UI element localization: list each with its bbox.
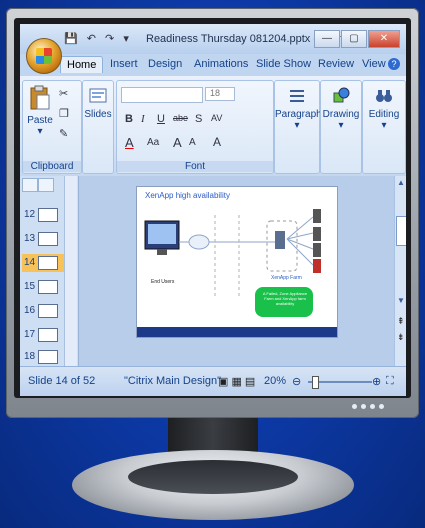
paragraph-icon xyxy=(290,90,304,102)
view-buttons-icon[interactable]: ▣ ▦ ▤ xyxy=(218,375,255,388)
paste-button[interactable]: Paste ▾ xyxy=(27,85,53,137)
font-group: 18 B I U abe S AV A Aa A A A Font xyxy=(116,80,274,174)
ribbon: Paste ▾ ✂ ❐ ✎ Clipboard Slides 18 B I U a… xyxy=(20,76,406,177)
clipboard-group: Paste ▾ ✂ ❐ ✎ Clipboard xyxy=(22,80,82,174)
next-slide-icon[interactable]: ⇟ xyxy=(397,332,405,343)
save-icon[interactable]: 💾 xyxy=(64,32,78,45)
office-logo-icon xyxy=(36,48,52,64)
ribbon-tabs: Home Insert Design Animations Slide Show… xyxy=(20,54,406,76)
server-icon xyxy=(313,209,321,223)
italic-button[interactable]: I xyxy=(141,113,145,125)
tab-slide-show[interactable]: Slide Show xyxy=(256,58,311,70)
clear-formatting-button[interactable]: A xyxy=(213,135,221,149)
paragraph-button[interactable]: Paragraph ▾ xyxy=(275,87,322,131)
shapes-icon xyxy=(333,87,350,103)
redo-icon[interactable]: ↷ xyxy=(105,32,114,45)
slide-diagram xyxy=(137,209,337,337)
tab-design[interactable]: Design xyxy=(148,58,182,70)
clipboard-label: Clipboard xyxy=(23,161,81,172)
cut-icon[interactable]: ✂ xyxy=(59,87,68,100)
outline-tab-icon[interactable] xyxy=(38,178,54,192)
slide-scrollbar[interactable]: ▲ ▼ ⇞ ⇟ xyxy=(394,176,406,366)
editing-group: Editing ▾ xyxy=(362,80,406,174)
shrink-font-button[interactable]: A xyxy=(189,137,196,148)
title-bar: 💾 ↶ ↷ ▾ Readiness Thursday 081204.pptx -… xyxy=(20,24,406,54)
server-icon xyxy=(313,227,321,241)
font-name-field[interactable] xyxy=(121,87,203,103)
tab-home[interactable]: Home xyxy=(60,56,104,73)
slides-tab-icon[interactable] xyxy=(22,178,38,192)
drawing-group: Drawing ▾ xyxy=(320,80,362,174)
zoom-slider-thumb[interactable] xyxy=(312,376,319,389)
minimize-button[interactable]: — xyxy=(314,30,340,48)
monitor-screen: 💾 ↶ ↷ ▾ Readiness Thursday 081204.pptx -… xyxy=(20,24,406,396)
office-button[interactable] xyxy=(26,38,62,74)
bold-button[interactable]: B xyxy=(125,113,133,125)
change-case-button[interactable]: Aa xyxy=(147,137,159,148)
paste-icon xyxy=(30,85,50,110)
font-label: Font xyxy=(117,161,273,172)
customize-qat-icon[interactable]: ▾ xyxy=(123,32,129,45)
copy-icon[interactable]: ❐ xyxy=(59,107,69,120)
slides-icon xyxy=(89,88,107,103)
tab-view[interactable]: View xyxy=(362,58,386,70)
grow-font-button[interactable]: A xyxy=(173,135,182,150)
zoom-level[interactable]: 20% xyxy=(264,375,286,387)
binoculars-icon xyxy=(376,90,392,102)
font-size-field[interactable]: 18 xyxy=(205,87,235,101)
scroll-up-icon[interactable]: ▲ xyxy=(397,178,405,187)
slide-footer xyxy=(137,327,337,337)
monitor-base-inner xyxy=(128,460,298,494)
current-slide[interactable]: XenApp high availability End Users XenAp… xyxy=(136,186,338,338)
strikethrough-button[interactable]: abe xyxy=(173,113,188,123)
font-color-button[interactable]: A xyxy=(125,135,134,150)
theme-name: "Citrix Main Design" xyxy=(124,375,222,387)
maximize-button[interactable]: ▢ xyxy=(341,30,367,48)
cloud-icon xyxy=(188,234,210,250)
zone-server-icon xyxy=(275,231,285,249)
tab-animations[interactable]: Animations xyxy=(194,58,248,70)
previous-slide-icon[interactable]: ⇞ xyxy=(397,316,405,327)
thumbnails-scrollbar[interactable] xyxy=(64,176,77,366)
slides-button[interactable]: Slides xyxy=(84,87,112,120)
green-callout-text: A Failed, Zone Appliance Farm and XenApp… xyxy=(262,291,308,306)
monitor-power-leds xyxy=(352,401,388,412)
drawing-button[interactable]: Drawing ▾ xyxy=(321,87,361,131)
quick-access-toolbar: 💾 ↶ ↷ ▾ xyxy=(64,32,135,45)
workspace: 12 13 14 15 16 17 18 XenApp high availab… xyxy=(20,176,406,366)
shadow-button[interactable]: S xyxy=(195,113,202,125)
zoom-in-icon[interactable]: ⊕ xyxy=(372,375,381,388)
paragraph-group: Paragraph ▾ xyxy=(274,80,322,174)
help-icon[interactable]: ? xyxy=(388,58,400,70)
end-users-label: End Users xyxy=(151,279,175,285)
format-painter-icon[interactable]: ✎ xyxy=(59,127,68,140)
status-bar: Slide 14 of 52 "Citrix Main Design" ▣ ▦ … xyxy=(20,366,406,396)
undo-icon[interactable]: ↶ xyxy=(87,32,96,45)
server-failed-icon xyxy=(313,259,321,273)
slide-canvas: XenApp high availability End Users XenAp… xyxy=(86,176,392,366)
tab-review[interactable]: Review xyxy=(318,58,354,70)
underline-button[interactable]: U xyxy=(157,113,165,125)
server-icon xyxy=(313,243,321,257)
scrollbar-thumb[interactable] xyxy=(396,216,406,246)
slide-count: Slide 14 of 52 xyxy=(28,375,96,387)
tab-insert[interactable]: Insert xyxy=(110,58,138,70)
slides-group: Slides xyxy=(82,80,114,174)
zoom-out-icon[interactable]: ⊖ xyxy=(292,375,301,388)
scroll-down-icon[interactable]: ▼ xyxy=(397,296,405,305)
close-button[interactable]: ✕ xyxy=(368,30,400,48)
farm-label: XenApp Farm xyxy=(271,275,302,281)
editing-button[interactable]: Editing ▾ xyxy=(363,87,405,131)
character-spacing-button[interactable]: AV xyxy=(211,113,222,123)
slide-thumbnails-pane: 12 13 14 15 16 17 18 xyxy=(20,176,79,366)
fit-window-icon[interactable]: ⛶ xyxy=(386,375,394,388)
